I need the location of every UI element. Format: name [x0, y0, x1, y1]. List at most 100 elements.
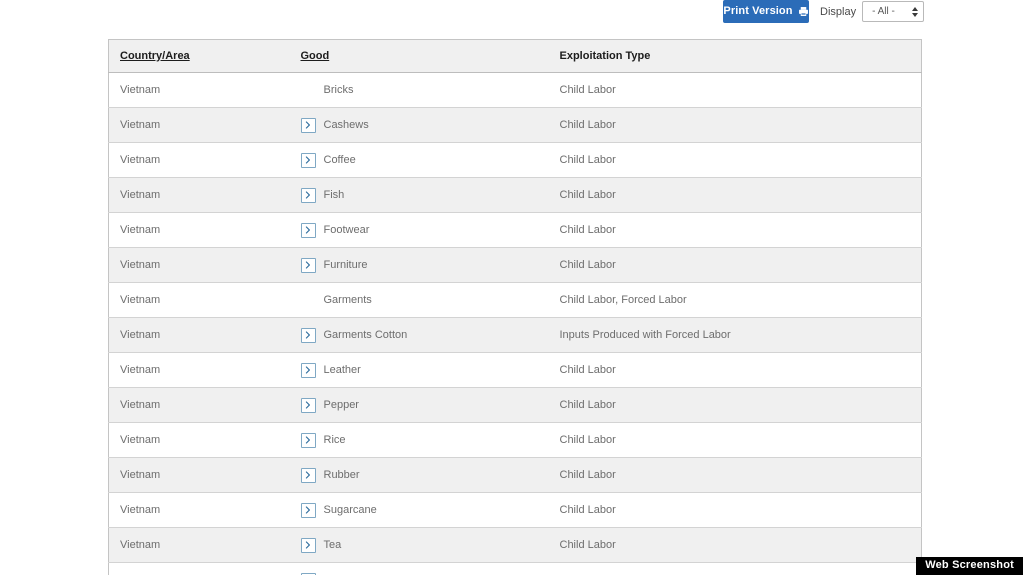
chevron-right-icon[interactable]: [300, 327, 316, 343]
good-cell-content: Furniture: [300, 248, 549, 282]
chevron-right-icon[interactable]: [300, 362, 316, 378]
cell-good: Coffee: [289, 142, 549, 178]
table-row: Vietnam Rubber Child Labor: [108, 457, 922, 493]
cell-exploitation-type: Inputs Produced with Forced Labor: [548, 317, 922, 353]
web-screenshot-watermark: Web Screenshot: [916, 557, 1023, 575]
table-body: Vietnam Bricks Child Labor Vietnam Cashews Ch…: [108, 72, 922, 575]
cell-exploitation-type: Child Labor: [548, 457, 922, 493]
display-control: Display - All -: [820, 1, 925, 22]
table-header: Country/Area Good Exploitation Type: [108, 39, 922, 73]
good-cell-content: Coffee: [300, 143, 549, 177]
cell-good: Tea: [289, 527, 549, 563]
good-cell-content: Leather: [300, 353, 549, 387]
display-select[interactable]: - All -: [862, 1, 925, 22]
cell-good: Garments Cotton: [289, 317, 549, 353]
cell-exploitation-type: Child Labor: [548, 177, 922, 213]
good-label: Sugarcane: [323, 504, 377, 516]
table-row: Vietnam Cashews Child Labor: [108, 107, 922, 143]
cell-exploitation-type: Child Labor: [548, 352, 922, 388]
good-cell-content: Rice: [300, 423, 549, 457]
cell-good: Footwear: [289, 212, 549, 248]
chevron-right-icon[interactable]: [300, 222, 316, 238]
cell-exploitation-type: Child Labor: [548, 247, 922, 283]
cell-good: Fish: [289, 177, 549, 213]
good-label: Coffee: [323, 154, 356, 166]
table-row: Vietnam Garments Cotton Inputs Produced wi…: [108, 317, 922, 353]
good-label: Footwear: [323, 224, 370, 236]
chevron-right-icon[interactable]: [300, 432, 316, 448]
cell-country: Vietnam: [108, 282, 290, 318]
good-label: Fish: [323, 189, 345, 201]
good-label: Pepper: [323, 399, 359, 411]
cell-good: Bricks: [289, 72, 549, 108]
good-label: Cashews: [323, 119, 369, 131]
good-label: Bricks: [323, 84, 354, 96]
chevron-right-icon[interactable]: [300, 187, 316, 203]
column-header-good: Good: [289, 39, 549, 73]
chevron-right-icon[interactable]: [300, 397, 316, 413]
top-toolbar: Print Version Display - All -: [0, 0, 1023, 30]
chevron-right-icon[interactable]: [300, 152, 316, 168]
good-label: Furniture: [323, 259, 368, 271]
table-row: Vietnam Coffee Child Labor: [108, 142, 922, 178]
goods-table-container: Country/Area Good Exploitation Type Viet…: [108, 39, 922, 575]
sort-link-country[interactable]: Country/Area: [120, 50, 190, 62]
cell-exploitation-type: Child Labor: [548, 527, 922, 563]
table-row: Vietnam TextilesChild Labor: [108, 562, 922, 575]
table-row: Vietnam Tea Child Labor: [108, 527, 922, 563]
cell-country: Vietnam: [108, 142, 290, 178]
good-cell-content: Rubber: [300, 458, 549, 492]
cell-good: Pepper: [289, 387, 549, 423]
cell-exploitation-type: Child Labor: [548, 142, 922, 178]
good-label: Tea: [323, 539, 342, 551]
cell-country: Vietnam: [108, 562, 290, 575]
good-cell-content: Sugarcane: [300, 493, 549, 527]
cell-good: Rubber: [289, 457, 549, 493]
cell-country: Vietnam: [108, 352, 290, 388]
good-label: Garments Cotton: [323, 329, 408, 341]
good-cell-content: Bricks: [301, 73, 549, 107]
page-root: Print Version Display - All - Country/Ar…: [0, 0, 1023, 575]
chevron-right-icon[interactable]: [300, 467, 316, 483]
cell-good: Sugarcane: [289, 492, 549, 528]
cell-exploitation-type: Child Labor, Forced Labor: [548, 282, 922, 318]
good-label: Garments: [323, 294, 372, 306]
cell-good: Cashews: [289, 107, 549, 143]
good-cell-content: Garments: [301, 283, 549, 317]
good-cell-content: Tea: [300, 528, 549, 562]
cell-good: Garments: [289, 282, 549, 318]
table-header-row: Country/Area Good Exploitation Type: [108, 39, 922, 73]
cell-country: Vietnam: [108, 457, 290, 493]
cell-country: Vietnam: [108, 422, 290, 458]
table-row: Vietnam Furniture Child Labor: [108, 247, 922, 283]
cell-exploitation-type: Child Labor: [548, 212, 922, 248]
cell-country: Vietnam: [108, 492, 290, 528]
cell-exploitation-type: Child Labor: [548, 492, 922, 528]
chevron-right-icon[interactable]: [300, 502, 316, 518]
good-label: Rubber: [323, 469, 360, 481]
good-cell-content: Cashews: [300, 108, 549, 142]
good-cell-content: Footwear: [300, 213, 549, 247]
table-row: Vietnam Fish Child Labor: [108, 177, 922, 213]
cell-good: Furniture: [289, 247, 549, 283]
table-row: Vietnam Leather Child Labor: [108, 352, 922, 388]
cell-country: Vietnam: [108, 212, 290, 248]
table-row: Vietnam Pepper Child Labor: [108, 387, 922, 423]
chevron-right-icon[interactable]: [300, 117, 316, 133]
sort-link-good[interactable]: Good: [301, 50, 330, 62]
good-label: Rice: [323, 434, 346, 446]
chevron-right-icon[interactable]: [300, 257, 316, 273]
chevron-right-icon[interactable]: [300, 537, 316, 553]
cell-country: Vietnam: [108, 247, 290, 283]
cell-good: Textiles: [289, 562, 549, 575]
cell-country: Vietnam: [108, 317, 290, 353]
table-row: Vietnam Garments Child Labor, Forced Labor: [108, 282, 922, 318]
cell-country: Vietnam: [108, 387, 290, 423]
cell-good: Leather: [289, 352, 549, 388]
print-version-label: Print Version: [723, 5, 793, 17]
good-cell-content: Textiles: [300, 563, 549, 575]
updown-arrows-icon: [909, 6, 923, 17]
printer-icon: [798, 6, 809, 17]
print-version-button[interactable]: Print Version: [723, 0, 809, 23]
good-label: Leather: [323, 364, 361, 376]
